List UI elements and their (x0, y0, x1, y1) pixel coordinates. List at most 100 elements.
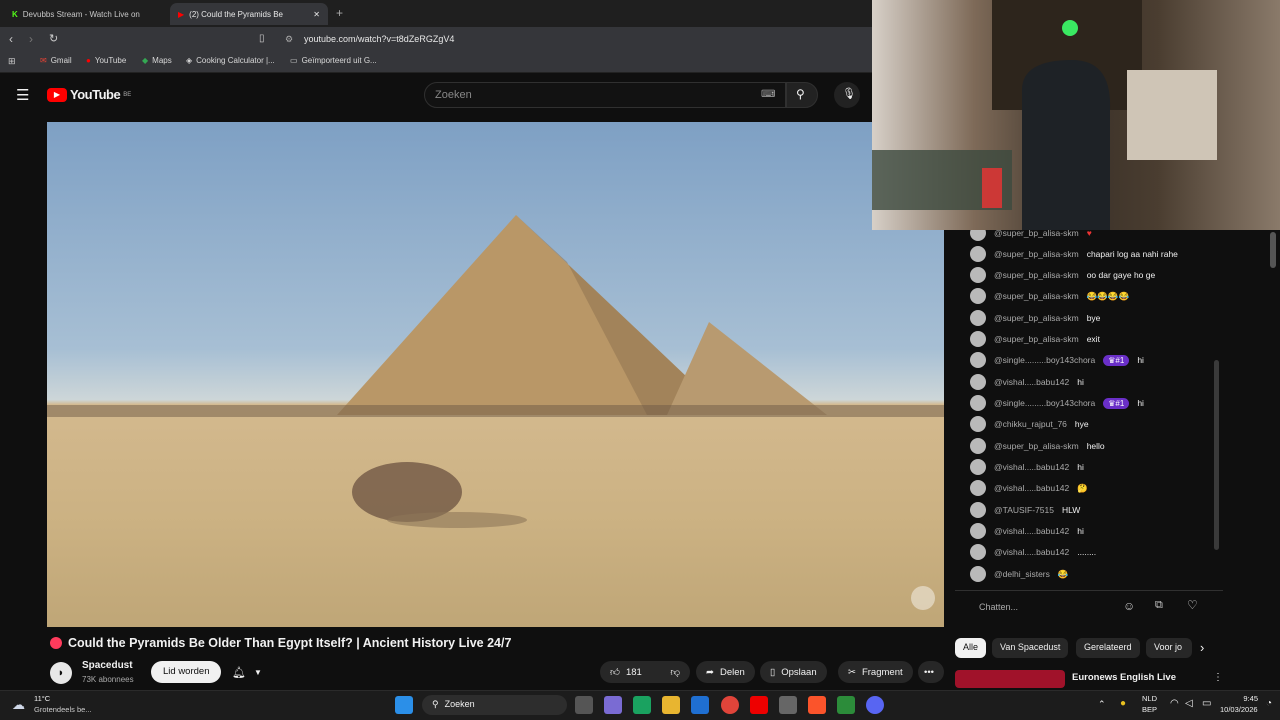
red-light (982, 168, 1002, 208)
tab-devubbs[interactable]: K Devubbs Stream - Watch Live on (4, 3, 164, 25)
avatar (970, 267, 986, 283)
clock-time[interactable]: 9:45 (1224, 694, 1258, 703)
chat-scrollbar[interactable] (1214, 360, 1219, 550)
avatar (970, 310, 986, 326)
volume-icon[interactable]: ◁ (1185, 698, 1193, 709)
live-indicator-icon (50, 637, 62, 649)
bookmark-gmail[interactable]: ✉ Gmail (40, 56, 72, 65)
channel-name[interactable]: Spacedust (82, 660, 133, 671)
new-tab-icon[interactable]: + (336, 6, 343, 20)
language-code[interactable]: NLD (1142, 694, 1157, 703)
bookmark-icon[interactable]: ▯ (259, 33, 265, 44)
keyboard-icon[interactable]: ⌨ (761, 89, 775, 100)
keyboard-layout[interactable]: BEP (1142, 705, 1157, 714)
like-icon[interactable]: 👍︎ (610, 666, 620, 678)
forward-icon[interactable]: › (29, 32, 33, 46)
wifi-icon[interactable]: ◠ (1170, 698, 1179, 709)
chat-message: @vishal.....babu142 🤔 (970, 479, 1088, 497)
shelf-unit (1127, 70, 1217, 160)
youtube-app-icon[interactable] (750, 696, 768, 714)
notifications-button[interactable]: 🔔︎ ▼ (224, 661, 272, 683)
bookmark-youtube[interactable]: ● YouTube (86, 56, 126, 65)
filter-from-channel[interactable]: Van Spacedust (992, 638, 1069, 658)
close-icon[interactable]: ✕ (313, 10, 320, 19)
bookmark-folder[interactable]: ▭ Geïmporteerd uit G... (290, 56, 377, 65)
app-icon[interactable] (837, 696, 855, 714)
back-icon[interactable]: ‹ (9, 32, 13, 46)
task-view-icon[interactable] (575, 696, 593, 714)
site-info-icon[interactable]: ⚙ (285, 34, 293, 45)
weather-icon[interactable]: ☁ (12, 697, 25, 713)
mic-button[interactable]: 🎙 (834, 82, 860, 108)
reload-icon[interactable]: ↻ (49, 32, 58, 45)
video-player[interactable] (47, 122, 944, 627)
store-icon[interactable] (604, 696, 622, 714)
menu-icon[interactable]: ☰ (16, 86, 29, 104)
page-scrollbar[interactable] (1270, 232, 1276, 268)
discord-icon[interactable] (866, 696, 884, 714)
clip-button[interactable]: ✂ Fragment (838, 661, 913, 683)
chat-message: @super_bp_alisa-skm 😂😂😂😂 (970, 287, 1129, 305)
chevron-down-icon: ▼ (253, 667, 262, 677)
chevron-right-icon[interactable]: › (1200, 640, 1204, 655)
filter-for-you[interactable]: Voor jo (1146, 638, 1192, 658)
save-button[interactable]: ▯ Opslaan (760, 661, 827, 683)
tab-pyramids[interactable]: ▶ (2) Could the Pyramids Be ✕ (170, 3, 328, 25)
youtube-logo[interactable]: ▶ YouTube BE (47, 87, 131, 102)
save-icon: ▯ (770, 666, 776, 678)
heart-emoji: ♥ (1086, 230, 1092, 238)
share-button[interactable]: ➦ Delen (696, 661, 755, 683)
chat-message: @super_bp_alisa-skm bye (970, 309, 1100, 327)
avatar (970, 480, 986, 496)
more-icon: ••• (924, 666, 934, 678)
recommended-title[interactable]: Euronews English Live (1072, 672, 1176, 683)
recommended-thumbnail[interactable] (955, 670, 1065, 688)
gift-icon[interactable]: ⧉ (1155, 599, 1163, 612)
battery-icon[interactable]: ▭ (1202, 698, 1211, 709)
clock-date[interactable]: 10/03/2026 (1220, 705, 1258, 714)
taskbar-search[interactable]: ⚲ Zoeken (422, 695, 567, 715)
second-pyramid (667, 322, 827, 415)
join-button[interactable]: Lid worden (151, 661, 222, 683)
calculator-icon[interactable] (779, 696, 797, 714)
avatar (970, 502, 986, 518)
kebab-menu-icon[interactable]: ⋮ (1213, 672, 1223, 683)
filter-related[interactable]: Gerelateerd (1076, 638, 1140, 658)
like-count[interactable]: 181 (626, 667, 642, 678)
kick-icon: K (12, 9, 18, 19)
avatar (970, 374, 986, 390)
chrome-icon[interactable] (721, 696, 739, 714)
live-chat: @super_bp_alisa-skm ♥ @super_bp_alisa-skm… (955, 230, 1223, 587)
dislike-icon[interactable]: 👎︎ (670, 666, 680, 678)
search-icon: ⚲ (796, 87, 805, 101)
chat-message: @single.........boy143chora ♛#1 hi (970, 394, 1144, 412)
tray-app-icon[interactable]: ● (1120, 698, 1126, 709)
subscriber-count: 73K abonnees (82, 675, 134, 684)
mic-icon: 🎙 (842, 88, 856, 100)
search-input[interactable]: Zoeken (424, 82, 786, 108)
edge-icon[interactable] (633, 696, 651, 714)
outlook-icon[interactable] (691, 696, 709, 714)
video-title: Could the Pyramids Be Older Than Egypt I… (68, 636, 512, 650)
search-button[interactable]: ⚲ (786, 82, 818, 108)
like-dislike-group: 👍︎ 181 👎︎ (600, 661, 690, 683)
avatar (970, 438, 986, 454)
tray-overflow-icon[interactable]: ⌃ (1098, 699, 1106, 710)
channel-avatar[interactable]: ◗ (50, 662, 72, 684)
more-button[interactable]: ••• (918, 661, 944, 683)
bookmark-maps[interactable]: ◆ Maps (142, 56, 172, 65)
notification-icon[interactable]: ◔ (1266, 698, 1272, 709)
bell-icon: 🔔︎ (232, 666, 246, 679)
bookmark-cooking[interactable]: ◈ Cooking Calculator |... (186, 56, 275, 65)
emoji-icon[interactable]: ☺ (1123, 599, 1135, 613)
browser-toolbar: ‹ › ↻ ▯ ⚙ youtube.com/watch?v=t8dZeRGZgV… (0, 27, 872, 53)
windows-start-icon[interactable] (395, 696, 413, 714)
url-bar[interactable]: youtube.com/watch?v=t8dZeRGZgV4 (304, 34, 454, 44)
youtube-icon: ● (86, 56, 91, 65)
filter-all[interactable]: Alle (955, 638, 987, 658)
explorer-icon[interactable] (662, 696, 680, 714)
heart-icon[interactable]: ♡ (1187, 598, 1198, 612)
brave-icon[interactable] (808, 696, 826, 714)
apps-icon[interactable]: ⊞ (8, 56, 16, 67)
chat-input[interactable]: Chatten... (979, 602, 1018, 612)
